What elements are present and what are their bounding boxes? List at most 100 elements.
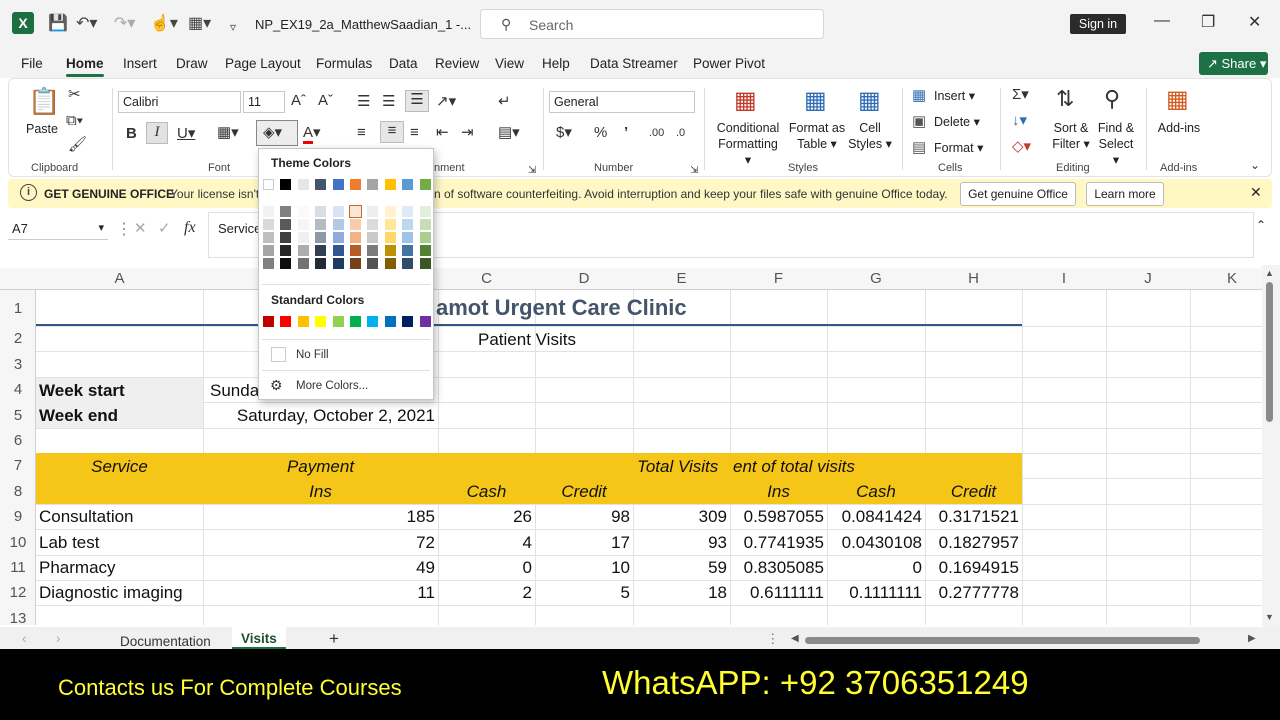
name-box[interactable]: A7 ▾: [8, 218, 108, 240]
theme-shade-swatch[interactable]: [384, 219, 396, 230]
theme-color-swatch[interactable]: [384, 179, 396, 190]
row-header-11[interactable]: 11: [0, 559, 36, 576]
conditional-formatting-icon[interactable]: ▦: [734, 87, 757, 115]
row-header-12[interactable]: 12: [0, 584, 36, 601]
table-cell[interactable]: 26: [438, 505, 532, 529]
autosum-icon[interactable]: Σ▾: [1012, 86, 1029, 104]
theme-shade-swatch[interactable]: [297, 206, 309, 217]
collapse-ribbon-icon[interactable]: ⌄: [1250, 156, 1260, 174]
horizontal-scrollbar[interactable]: [805, 637, 1200, 644]
bold-icon[interactable]: B: [126, 125, 137, 143]
table-cell[interactable]: 72: [203, 531, 435, 555]
theme-shade-swatch[interactable]: [402, 245, 414, 256]
fill-color-icon[interactable]: ◈▾: [256, 120, 298, 146]
row-header-4[interactable]: 4: [0, 381, 36, 398]
sign-in-button[interactable]: Sign in: [1070, 14, 1126, 34]
theme-shade-swatch[interactable]: [367, 232, 379, 243]
scroll-up-icon[interactable]: ▲: [1265, 268, 1274, 278]
expand-formula-icon[interactable]: ⌃: [1256, 218, 1266, 232]
decrease-indent-icon[interactable]: ⇤: [436, 124, 449, 142]
menu-data[interactable]: Data: [389, 56, 418, 71]
standard-color-swatch[interactable]: [297, 316, 309, 327]
menu-file[interactable]: File: [21, 56, 43, 71]
menu-home[interactable]: Home: [66, 56, 104, 71]
fill-down-icon[interactable]: ↓▾: [1012, 112, 1027, 130]
theme-shade-swatch[interactable]: [315, 232, 327, 243]
format-cells-icon[interactable]: ▤: [912, 139, 926, 157]
add-sheet-icon[interactable]: +: [329, 629, 339, 649]
menu-review[interactable]: Review: [435, 56, 479, 71]
week-start-value[interactable]: Sunda: [210, 379, 259, 403]
row-header-9[interactable]: 9: [0, 508, 36, 525]
cut-icon[interactable]: ✂: [68, 86, 81, 104]
number-format-select[interactable]: General: [549, 91, 695, 113]
form-icon[interactable]: ▦▾: [188, 14, 211, 34]
header-service[interactable]: Service: [36, 455, 203, 479]
wrap-text-icon[interactable]: ↵: [498, 93, 511, 111]
borders-icon[interactable]: ▦▾: [217, 124, 239, 142]
table-cell[interactable]: 0.1111111: [827, 581, 922, 605]
standard-color-swatch[interactable]: [332, 316, 344, 327]
standard-color-swatch[interactable]: [263, 316, 274, 327]
copy-icon[interactable]: ⧉▾: [66, 112, 83, 130]
no-fill-swatch-icon[interactable]: [271, 347, 286, 362]
header-credit[interactable]: Credit: [535, 480, 633, 504]
theme-color-swatch[interactable]: [350, 179, 361, 190]
col-header-d[interactable]: D: [535, 268, 633, 290]
table-cell[interactable]: 0.1694915: [925, 556, 1019, 580]
row-header-8[interactable]: 8: [0, 483, 36, 500]
theme-shade-swatch[interactable]: [280, 258, 292, 269]
underline-icon[interactable]: U▾: [177, 125, 195, 143]
header-credit-pct[interactable]: Credit: [925, 480, 1022, 504]
theme-shade-swatch[interactable]: [280, 219, 292, 230]
theme-shade-swatch[interactable]: [297, 232, 309, 243]
close-infobar-icon[interactable]: ✕: [1250, 184, 1262, 201]
header-cash-pct[interactable]: Cash: [827, 480, 925, 504]
font-size-select[interactable]: 11: [243, 91, 285, 113]
week-end-label[interactable]: Week end: [39, 404, 118, 428]
increase-decimal-icon[interactable]: .00: [649, 124, 664, 142]
table-cell[interactable]: 4: [438, 531, 532, 555]
row-header-5[interactable]: 5: [0, 407, 36, 424]
theme-shade-swatch[interactable]: [350, 245, 361, 256]
font-color-icon[interactable]: A▾: [303, 124, 321, 144]
theme-shade-swatch[interactable]: [384, 245, 396, 256]
minimize-icon[interactable]: —: [1154, 12, 1170, 30]
menu-view[interactable]: View: [495, 56, 524, 71]
menu-data-streamer[interactable]: Data Streamer: [590, 56, 678, 71]
decrease-font-icon[interactable]: Aˇ: [318, 92, 333, 110]
menu-page-layout[interactable]: Page Layout: [225, 56, 301, 71]
header-payment[interactable]: Payment: [203, 455, 438, 479]
theme-shade-swatch[interactable]: [402, 258, 414, 269]
cell-styles-button[interactable]: Cell Styles ▾: [848, 120, 892, 152]
increase-font-icon[interactable]: Aˆ: [291, 92, 306, 110]
col-header-e[interactable]: E: [633, 268, 730, 290]
no-fill-option[interactable]: No Fill: [296, 349, 329, 361]
conditional-formatting-button[interactable]: Conditional Formatting ▾: [714, 120, 782, 168]
increase-indent-icon[interactable]: ⇥: [461, 124, 474, 142]
standard-color-swatch[interactable]: [367, 316, 379, 327]
table-cell[interactable]: 2: [438, 581, 532, 605]
table-cell[interactable]: 0: [827, 556, 922, 580]
menu-draw[interactable]: Draw: [176, 56, 208, 71]
row-header-3[interactable]: 3: [0, 356, 36, 373]
redo-icon[interactable]: ↷▾: [114, 14, 135, 34]
font-name-select[interactable]: Calibri: [118, 91, 241, 113]
format-as-table-button[interactable]: Format as Table ▾: [787, 120, 847, 152]
theme-color-swatch[interactable]: [297, 179, 309, 190]
theme-shade-swatch[interactable]: [280, 206, 292, 217]
comma-style-icon[interactable]: ’: [624, 124, 628, 142]
align-left-icon[interactable]: ≡: [357, 124, 366, 142]
table-cell[interactable]: 5: [535, 581, 630, 605]
standard-color-swatch[interactable]: [350, 316, 361, 327]
align-center-icon[interactable]: ≡: [380, 121, 404, 143]
theme-shade-swatch[interactable]: [367, 206, 379, 217]
theme-shade-swatch[interactable]: [315, 258, 327, 269]
menu-power-pivot[interactable]: Power Pivot: [693, 56, 765, 71]
table-cell[interactable]: Lab test: [39, 531, 100, 555]
theme-shade-swatch[interactable]: [263, 258, 274, 269]
theme-shade-swatch[interactable]: [332, 206, 344, 217]
table-cell[interactable]: Consultation: [39, 505, 134, 529]
table-cell[interactable]: 0.8305085: [730, 556, 824, 580]
tab-next-icon[interactable]: ›: [56, 631, 61, 646]
